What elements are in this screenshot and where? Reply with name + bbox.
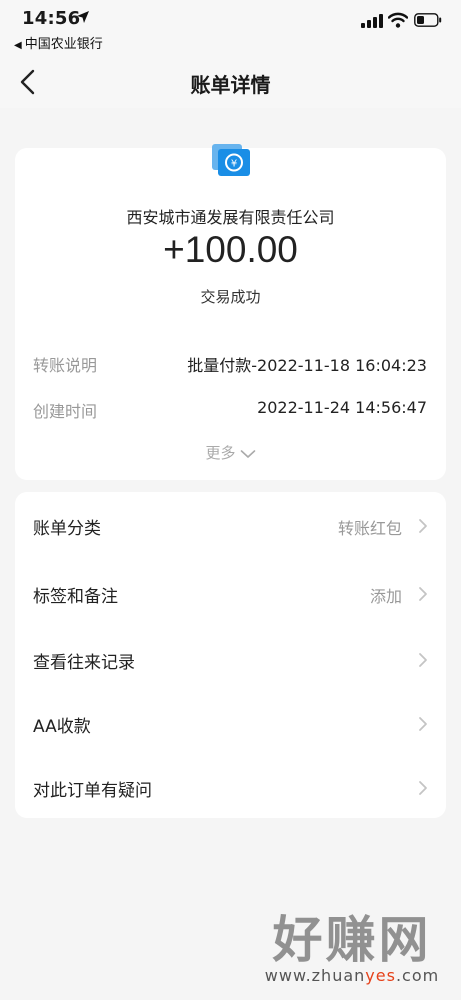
page-title: 账单详情 xyxy=(190,73,271,97)
chevron-right-icon xyxy=(419,653,427,667)
chevron-down-icon xyxy=(240,449,255,458)
site-watermark: 好赚网 www.zhuanyes.com xyxy=(252,900,452,994)
aa-collection-label: AA收款 xyxy=(33,717,91,737)
wifi-icon xyxy=(388,12,408,28)
bill-category-item[interactable]: 账单分类 转账红包 xyxy=(15,494,446,558)
cellular-signal-icon xyxy=(361,14,383,28)
aa-collection-item[interactable]: AA收款 xyxy=(15,692,446,756)
tags-notes-value: 添加 xyxy=(369,587,402,606)
battery-icon xyxy=(414,13,442,27)
order-question-label: 对此订单有疑问 xyxy=(33,781,152,801)
tags-notes-item[interactable]: 标签和备注 添加 xyxy=(15,562,446,626)
watermark-url-suffix: .com xyxy=(395,966,440,985)
watermark-title: 好赚网 xyxy=(272,911,432,969)
back-triangle-icon: ◀ xyxy=(14,40,22,51)
bill-category-label: 账单分类 xyxy=(33,519,101,539)
order-question-item[interactable]: 对此订单有疑问 xyxy=(15,756,446,820)
status-time: 14:56 xyxy=(22,8,81,29)
transaction-status: 交易成功 xyxy=(200,288,261,306)
created-time-label: 创建时间 xyxy=(33,402,98,421)
watermark-url: www.zhuanyes.com xyxy=(252,966,452,985)
chevron-right-icon xyxy=(419,587,427,601)
transfer-note-label: 转账说明 xyxy=(33,356,98,375)
watermark-url-accent: yes xyxy=(365,966,396,985)
tags-notes-label: 标签和备注 xyxy=(33,587,118,607)
bill-category-value: 转账红包 xyxy=(337,519,402,538)
merchant-name: 西安城市通发展有限责任公司 xyxy=(126,208,335,227)
svg-text:¥: ¥ xyxy=(231,159,237,170)
chevron-right-icon xyxy=(419,781,427,795)
transaction-amount: +100.00 xyxy=(163,229,298,270)
status-bar: 14:56 ◀ 中国农业银行 xyxy=(0,0,461,56)
chevron-right-icon xyxy=(419,519,427,533)
chevron-right-icon xyxy=(419,717,427,731)
merchant-logo-icon: ¥ xyxy=(212,144,250,176)
watermark-url-prefix: www.zhuan xyxy=(264,966,366,985)
more-label: 更多 xyxy=(205,444,236,462)
transaction-history-label: 查看往来记录 xyxy=(33,653,135,673)
transaction-card xyxy=(15,148,446,480)
more-button[interactable]: 更多 xyxy=(0,442,461,463)
created-time-value: 2022-11-24 14:56:47 xyxy=(257,398,427,417)
location-arrow-icon xyxy=(77,11,89,23)
back-to-app-link[interactable]: ◀ 中国农业银行 xyxy=(14,33,103,52)
transfer-note-value: 批量付款-2022-11-18 16:04:23 xyxy=(187,356,427,375)
transaction-history-item[interactable]: 查看往来记录 xyxy=(15,628,446,692)
back-app-label: 中国农业银行 xyxy=(24,37,103,52)
navigation-bar: 账单详情 xyxy=(0,56,461,108)
